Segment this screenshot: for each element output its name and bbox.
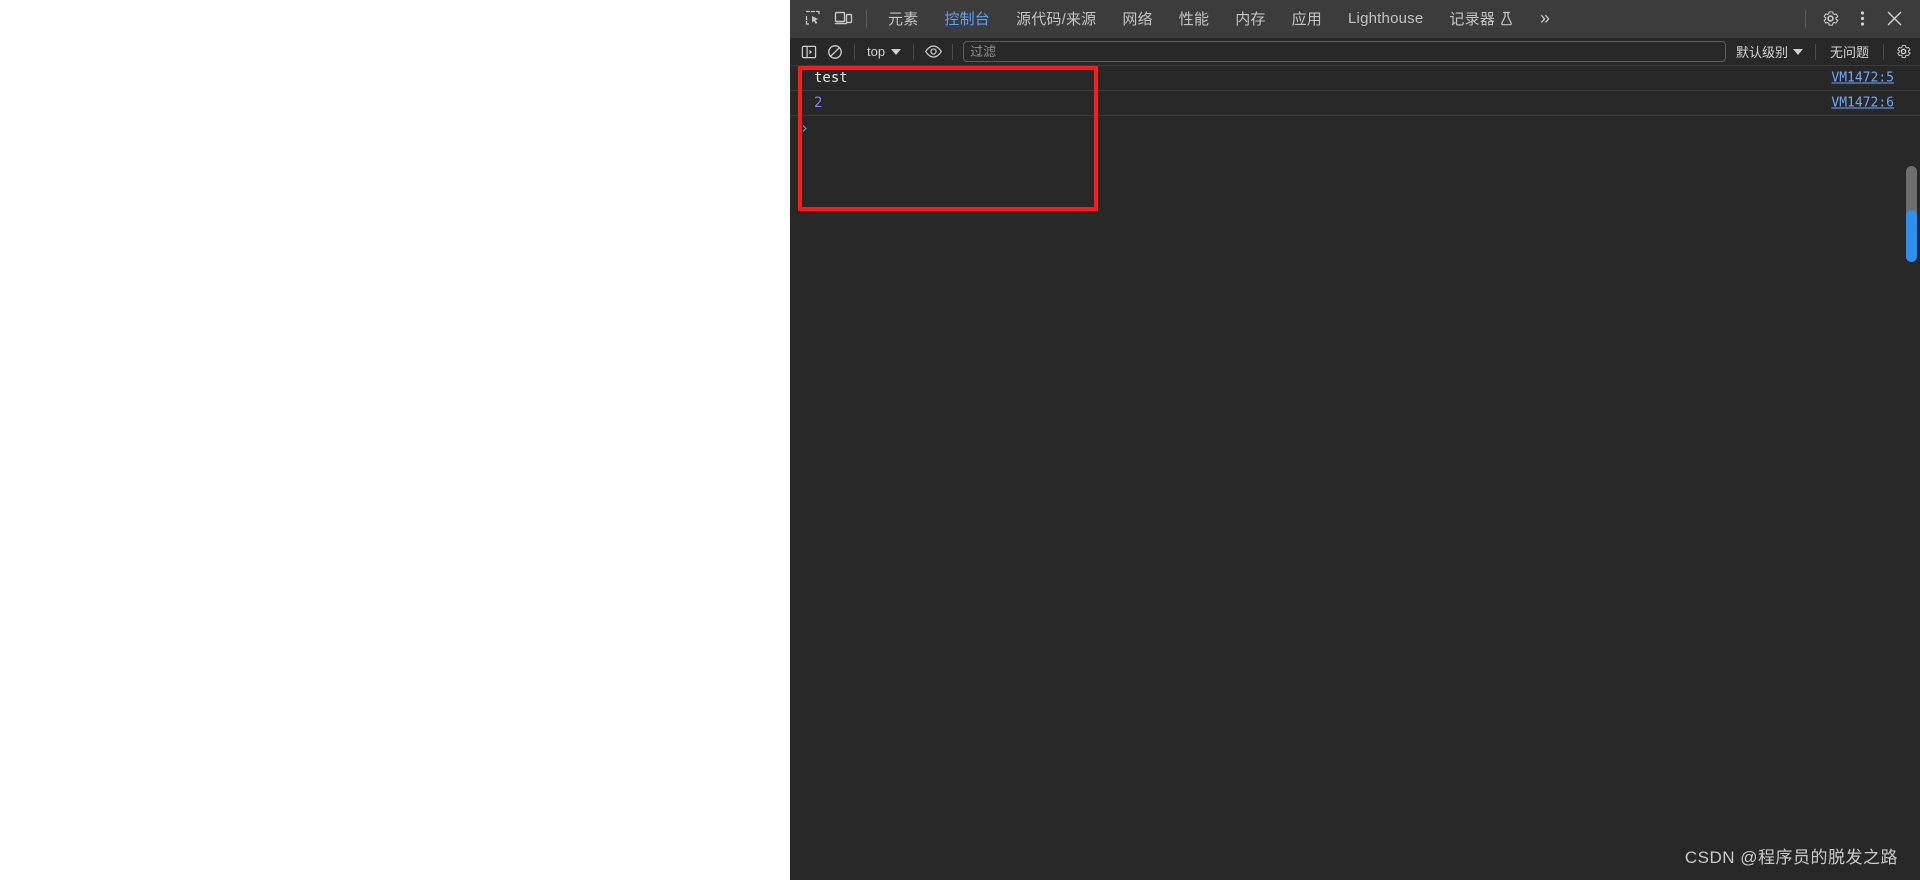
toolbar-divider (1805, 9, 1806, 28)
tab-label: 网络 (1122, 11, 1153, 28)
close-icon[interactable] (1878, 4, 1910, 34)
devtools-toolbar-actions (1797, 0, 1914, 38)
device-toolbar-icon[interactable] (828, 5, 858, 33)
log-level-selector[interactable]: 默认级别 (1730, 41, 1809, 62)
console-filter-wrapper[interactable] (963, 41, 1726, 62)
watermark-text: CSDN @程序员的脱发之路 (1684, 848, 1898, 867)
tab-label: Lighthouse (1348, 10, 1424, 27)
devtools-panel: 元素 控制台 源代码/来源 网络 性能 内存 应用 Lighthouse 记录器… (790, 0, 1920, 880)
console-filter-input[interactable] (970, 44, 1719, 59)
console-toolbar: top 默认级别 无问题 (790, 38, 1920, 66)
console-toolbar-divider (1814, 43, 1816, 60)
tab-memory[interactable]: 内存 (1222, 0, 1278, 38)
issues-counter[interactable]: 无问题 (1822, 41, 1877, 62)
tab-label: 元素 (888, 11, 919, 28)
tab-application[interactable]: 应用 (1279, 0, 1335, 38)
tab-console[interactable]: 控制台 (931, 0, 1003, 38)
toolbar-divider (866, 9, 867, 28)
flask-icon (1500, 11, 1513, 26)
execution-context-selector[interactable]: top (861, 41, 907, 62)
clear-console-icon[interactable] (822, 41, 848, 63)
live-expression-eye-icon[interactable] (920, 41, 946, 63)
console-message-text: test (814, 70, 848, 86)
console-prompt-row[interactable]: › (790, 116, 1920, 142)
inspect-element-icon[interactable] (798, 5, 828, 33)
tab-label: 源代码/来源 (1016, 11, 1097, 28)
tab-label: 应用 (1291, 11, 1323, 28)
tab-network[interactable]: 网络 (1109, 0, 1165, 38)
console-scrollbar-thumb[interactable] (1906, 210, 1917, 262)
console-message-source-link[interactable]: VM1472:6 (1831, 96, 1894, 111)
console-toolbar-divider (1883, 43, 1884, 60)
console-toolbar-divider (913, 43, 915, 60)
console-message-row[interactable]: test VM1472:5 (790, 66, 1920, 91)
execution-context-label: top (867, 44, 886, 59)
tab-lighthouse[interactable]: Lighthouse (1335, 0, 1436, 38)
chevron-down-icon (1792, 48, 1803, 55)
tab-elements[interactable]: 元素 (875, 0, 931, 38)
console-message-source-link[interactable]: VM1472:5 (1831, 71, 1894, 86)
tab-label: 记录器 (1449, 11, 1496, 28)
tab-label: 性能 (1178, 11, 1210, 28)
chevron-down-icon (891, 48, 902, 55)
screenshot-root: 元素 控制台 源代码/来源 网络 性能 内存 应用 Lighthouse 记录器… (0, 0, 1920, 880)
more-options-kebab-icon[interactable] (1846, 4, 1878, 34)
console-sidebar-icon[interactable] (796, 41, 822, 63)
console-toolbar-divider (952, 43, 954, 60)
tab-overflow-button[interactable]: » (1526, 0, 1563, 38)
settings-gear-icon[interactable] (1814, 4, 1846, 34)
tab-sources[interactable]: 源代码/来源 (1003, 0, 1109, 38)
tab-performance[interactable]: 性能 (1166, 0, 1222, 38)
tab-label: 控制台 (944, 11, 991, 28)
console-scrollbar[interactable] (1906, 166, 1917, 262)
devtools-tab-list: 元素 控制台 源代码/来源 网络 性能 内存 应用 Lighthouse 记录器… (875, 0, 1563, 38)
prompt-chevron-icon: › (800, 119, 810, 137)
devtools-tabbar: 元素 控制台 源代码/来源 网络 性能 内存 应用 Lighthouse 记录器… (790, 0, 1920, 38)
tab-label: 内存 (1235, 11, 1266, 28)
tab-recorder[interactable]: 记录器 (1436, 0, 1526, 38)
console-toolbar-divider (854, 43, 855, 60)
console-message-area: test VM1472:5 2 VM1472:6 › CSDN @程序员的脱发之… (790, 66, 1920, 880)
console-message-row[interactable]: 2 VM1472:6 (790, 91, 1920, 116)
page-viewport (0, 0, 790, 880)
log-level-label: 默认级别 (1735, 45, 1788, 60)
console-message-text: 2 (814, 95, 823, 111)
console-settings-gear-icon[interactable] (1890, 41, 1916, 63)
